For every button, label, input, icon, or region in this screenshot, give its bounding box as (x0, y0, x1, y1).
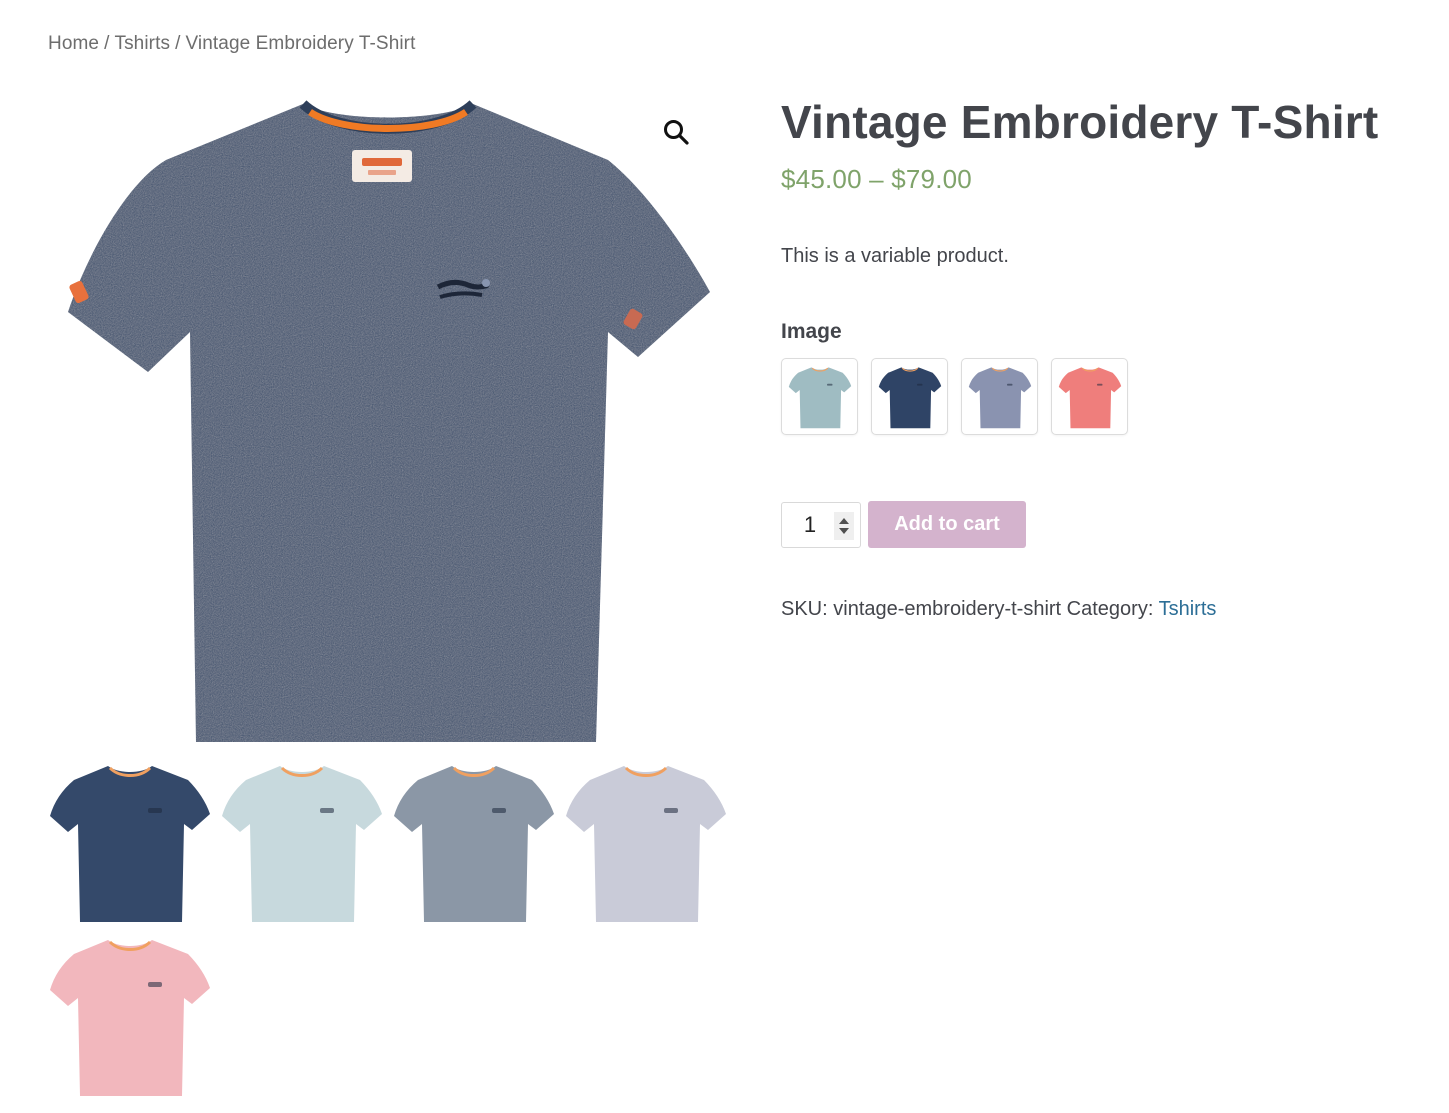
breadcrumb-tshirts[interactable]: Tshirts (114, 33, 170, 54)
swatch-option[interactable] (961, 358, 1038, 435)
gallery-thumbnail[interactable] (48, 758, 212, 926)
tshirt-logo (148, 808, 162, 813)
swatch-option[interactable] (871, 358, 948, 435)
quantity-spinner (834, 511, 854, 540)
sku-value: vintage-embroidery-t-shirt (833, 598, 1062, 620)
decrement-arrow-icon[interactable] (839, 527, 849, 534)
sku-label: SKU: (781, 598, 828, 620)
product-meta: SKU: vintage-embroidery-t-shirt Category… (781, 598, 1421, 621)
tshirt-body (788, 366, 851, 428)
swatch-tshirt-image (788, 366, 851, 428)
tshirt-body (222, 766, 382, 922)
add-to-cart-button[interactable]: Add to cart (868, 501, 1026, 548)
breadcrumb-current: Vintage Embroidery T-Shirt (185, 33, 416, 54)
category-link[interactable]: Tshirts (1159, 598, 1217, 620)
product-description: This is a variable product. (781, 245, 1009, 267)
product-title: Vintage Embroidery T-Shirt (781, 96, 1379, 148)
tshirt-logo (1006, 383, 1012, 386)
swatch-tshirt-image (968, 366, 1031, 428)
swatch-option[interactable] (1051, 358, 1128, 435)
tshirt-logo (916, 383, 922, 386)
gallery-thumbnail[interactable] (392, 758, 556, 926)
category-label: Category: (1066, 598, 1154, 620)
tshirt-logo (492, 808, 506, 813)
breadcrumb-separator: / (104, 33, 110, 54)
product-summary: Vintage Embroidery T-Shirt $45.00 – $79.… (781, 92, 1421, 621)
quantity-stepper (781, 501, 861, 548)
tshirt-logo (320, 808, 334, 813)
tshirt-thumbnail-image (566, 766, 726, 922)
tshirt-thumbnail-image (50, 766, 210, 922)
swatch-tshirt-image (878, 366, 941, 428)
image-swatches (781, 358, 1421, 435)
tshirt-logo (148, 982, 162, 987)
breadcrumb-separator: / (175, 33, 181, 54)
swatch-option[interactable] (781, 358, 858, 435)
tshirt-body (566, 766, 726, 922)
tshirt-body (878, 366, 941, 428)
gallery-thumbnails (48, 758, 728, 1100)
zoom-button[interactable] (658, 114, 694, 150)
tshirt-thumbnail-image (222, 766, 382, 922)
quantity-input[interactable] (785, 511, 835, 538)
tshirt-logo (1096, 383, 1102, 386)
tshirt-body (1058, 366, 1121, 428)
tshirt-thumbnail-image (394, 766, 554, 922)
breadcrumb-home[interactable]: Home (48, 33, 99, 54)
tshirt-body (968, 366, 1031, 428)
tshirt-logo (664, 808, 678, 813)
search-icon (664, 120, 689, 145)
attribute-label: Image (781, 320, 842, 343)
gallery-thumbnail[interactable] (48, 932, 212, 1100)
increment-arrow-icon[interactable] (839, 517, 849, 524)
gallery-thumbnail[interactable] (564, 758, 728, 926)
tshirt-thumbnail-image (50, 940, 210, 1096)
tshirt-logo (826, 383, 832, 386)
main-product-image[interactable] (48, 82, 728, 752)
swatch-tshirt-image (1058, 366, 1121, 428)
product-price: $45.00 – $79.00 (781, 164, 972, 194)
main-tshirt-image (68, 100, 710, 742)
add-to-cart-form: Add to cart (781, 501, 1421, 548)
tshirt-body (394, 766, 554, 922)
gallery-thumbnail[interactable] (220, 758, 384, 926)
tshirt-body (50, 766, 210, 922)
breadcrumb: Home / Tshirts / Vintage Embroidery T-Shirt (48, 33, 416, 55)
tshirt-body (50, 940, 210, 1096)
